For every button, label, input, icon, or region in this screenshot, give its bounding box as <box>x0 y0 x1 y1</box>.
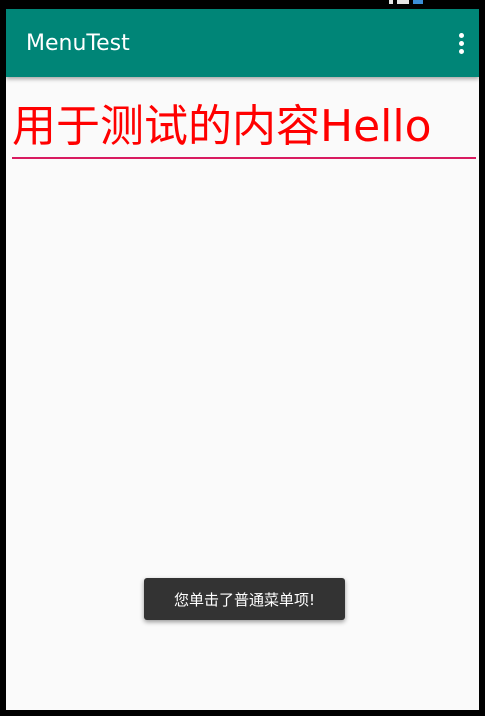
status-bar <box>0 0 485 9</box>
content-underline <box>12 157 476 159</box>
signal-icon <box>389 0 393 4</box>
more-vert-icon <box>458 32 464 54</box>
app-screen: MenuTest 用于测试的内容Hello 您单击了普通菜单项! <box>6 9 479 710</box>
app-bar: MenuTest <box>6 9 479 77</box>
network-icon <box>397 0 409 4</box>
status-icons <box>389 0 423 6</box>
battery-icon <box>413 0 423 4</box>
toast: 您单击了普通菜单项! <box>144 578 345 620</box>
overflow-menu-button[interactable] <box>449 27 473 59</box>
app-title: MenuTest <box>26 31 130 56</box>
test-content-text: 用于测试的内容Hello <box>12 101 432 152</box>
toast-message: 您单击了普通菜单项! <box>173 590 315 609</box>
